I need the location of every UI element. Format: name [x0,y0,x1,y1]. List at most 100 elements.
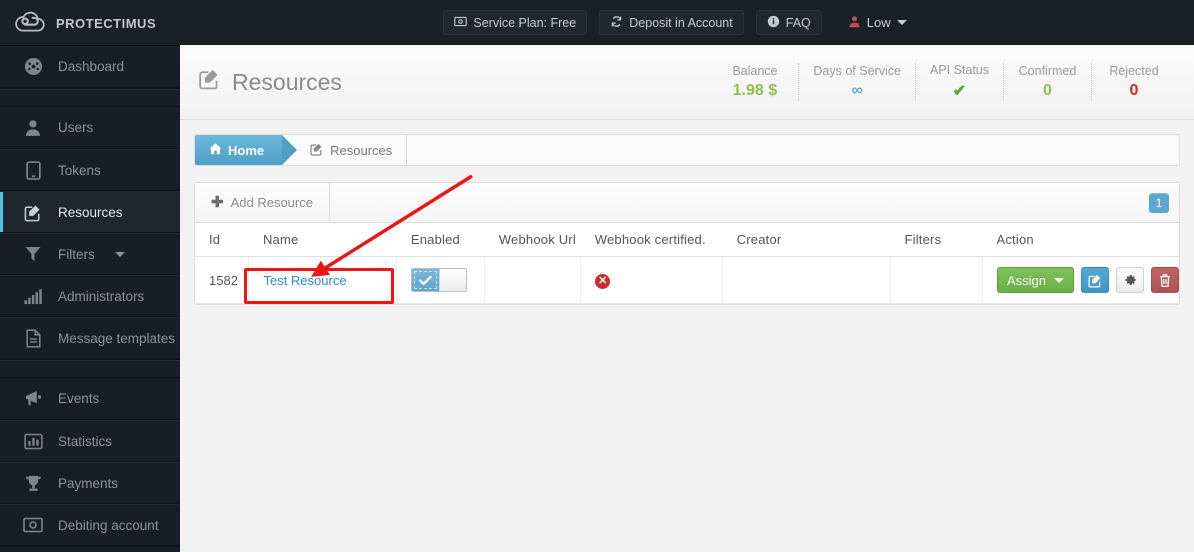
sidebar-item-tokens[interactable]: Tokens [0,149,180,191]
stats-bar: Balance 1.98 $ Days of Service ∞ API Sta… [711,63,1180,101]
funnel-icon [22,243,44,265]
user-icon [848,15,861,31]
resource-name-link[interactable]: Test Resource [263,273,346,288]
stat-api-status: API Status ✔ [916,63,1004,101]
toggle-off-side [439,269,467,291]
stat-confirmed: Confirmed 0 [1004,63,1092,101]
deposit-button[interactable]: Deposit in Account [599,10,744,35]
info-circle-icon [767,15,780,31]
sidebar-item-events[interactable]: Events [0,378,180,420]
column-header-name[interactable]: Name [248,223,397,257]
sidebar-item-label: Events [58,391,100,406]
check-icon [412,269,440,291]
app-root: protectimus Service Plan: Free Deposit i… [0,0,1194,552]
table-row: 1582 Test Resource ✕ Assign [195,256,1179,304]
sidebar-group-manage: Users Tokens Resources Filters Administr… [0,107,180,360]
tablet-icon [22,159,44,181]
page-title-text: Resources [232,68,342,95]
x-circle-icon: ✕ [595,273,611,289]
sidebar-item-statistics[interactable]: Statistics [0,420,180,462]
breadcrumb-home-label: Home [228,142,265,158]
sidebar-item-administrators[interactable]: Administrators [0,275,180,317]
cell-enabled [396,256,486,304]
chevron-down-icon [114,251,125,257]
sidebar-item-users[interactable]: Users [0,107,180,149]
sidebar-item-label: Filters [58,246,95,262]
column-header-webhook-certified[interactable]: Webhook certified. [580,223,723,257]
user-menu-label: Low [866,15,891,30]
resources-panel: ✚ Add Resource 1 Id Name Enabled Webhook… [194,182,1180,305]
add-resource-label: Add Resource [230,195,313,210]
stat-value: 1.98 $ [732,82,778,99]
cell-id: 1582 [195,256,250,304]
cell-creator [722,256,891,304]
column-header-creator[interactable]: Creator [722,223,891,257]
faq-label: FAQ [785,15,811,30]
top-bar: protectimus Service Plan: Free Deposit i… [0,0,1194,45]
sidebar-item-filters[interactable]: Filters [0,233,180,275]
sidebar-item-label: Dashboard [58,59,125,74]
service-plan-button[interactable]: Service Plan: Free [443,10,588,35]
plus-icon: ✚ [211,194,224,211]
column-header-id[interactable]: Id [195,223,249,257]
enabled-toggle[interactable] [411,268,468,292]
sidebar-group-reports: Events Statistics Payments Debiting acco… [0,378,180,547]
refresh-icon [610,15,623,31]
column-header-webhook-url[interactable]: Webhook Url [484,223,581,257]
stat-value: ✔ [952,83,967,100]
resources-table: Id Name Enabled Webhook Url Webhook cert… [195,223,1179,304]
bar-chart-icon [22,285,44,307]
home-icon [209,143,222,158]
cell-webhook-url [484,256,582,304]
user-icon [22,117,44,139]
breadcrumb-current[interactable]: Resources [282,135,408,165]
sidebar-item-label: Administrators [58,288,145,304]
breadcrumb-home[interactable]: Home [195,135,298,165]
column-header-enabled[interactable]: Enabled [396,223,485,257]
megaphone-icon [22,388,44,410]
page-count-badge[interactable]: 1 [1149,192,1169,213]
stat-value: 0 [1043,82,1052,99]
sidebar-item-payments[interactable]: Payments [0,462,180,504]
sidebar-divider-2 [0,360,180,378]
table-head: Id Name Enabled Webhook Url Webhook cert… [195,223,1179,257]
sidebar-item-debiting-account[interactable]: Debiting account [0,504,180,546]
dashboard-gauge-icon [22,56,44,78]
sidebar-item-resources[interactable]: Resources [0,191,180,233]
assign-button[interactable]: Assign [996,267,1074,293]
top-nav: Service Plan: Free Deposit in Account FA… [180,0,1194,45]
deposit-label: Deposit in Account [629,15,733,30]
brand-name: protectimus [56,11,157,33]
chevron-down-icon [896,20,907,25]
cell-filters [890,256,983,304]
faq-button[interactable]: FAQ [755,10,822,35]
settings-button[interactable] [1116,267,1144,293]
column-header-filters[interactable]: Filters [890,223,983,257]
sidebar-item-dashboard[interactable]: Dashboard [0,46,180,88]
stat-value: ∞ [851,82,863,99]
sidebar-item-message-templates[interactable]: Message templates [0,317,180,359]
stat-label: Days of Service [813,64,901,78]
breadcrumb: Home Resources [194,134,1180,166]
breadcrumb-current-label: Resources [330,142,393,158]
trophy-icon [22,472,44,494]
chevron-down-icon [1054,277,1064,283]
edit-button[interactable] [1081,267,1109,293]
user-menu[interactable]: Low [848,15,907,31]
sidebar: Dashboard Users Tokens Resources Filters… [0,45,180,552]
cloud-lock-logo-icon [14,10,48,36]
chart-bars-icon [22,430,44,452]
add-resource-button[interactable]: ✚ Add Resource [195,183,330,222]
page-header: Resources Balance 1.98 $ Days of Service… [180,45,1194,120]
brand-logo-area[interactable]: protectimus [0,0,180,45]
page-title: Resources [198,67,342,97]
stat-balance: Balance 1.98 $ [711,63,800,101]
edit-square-icon [22,201,44,223]
panel-toolbar: ✚ Add Resource 1 [195,183,1179,223]
sidebar-item-label: Debiting account [58,517,159,533]
table-body: 1582 Test Resource ✕ Assign [195,256,1179,304]
delete-button[interactable] [1151,267,1179,293]
row-actions: Assign [996,267,1179,293]
sidebar-item-label: Payments [58,475,119,491]
sidebar-item-label: Message templates [58,330,176,346]
